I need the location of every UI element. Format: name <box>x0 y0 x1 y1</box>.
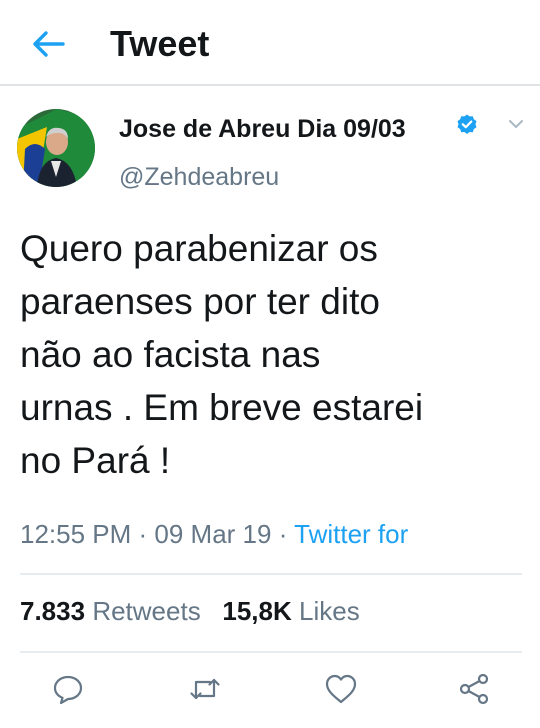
retweets-label: Retweets <box>92 596 201 626</box>
author-handle[interactable]: @Zehdeabreu <box>119 162 279 192</box>
tweet-text: Quero parabenizar os paraenses por ter d… <box>20 228 424 481</box>
divider <box>20 651 522 653</box>
tweet-stats: 7.833 Retweets 15,8K Likes <box>20 594 360 628</box>
chevron-down-icon[interactable] <box>505 113 527 135</box>
likes-stat[interactable]: 15,8K Likes <box>222 596 359 626</box>
arrow-left-icon <box>33 31 65 57</box>
page-title: Tweet <box>110 23 210 64</box>
verified-badge-icon <box>457 114 477 134</box>
retweets-stat[interactable]: 7.833 Retweets <box>20 596 201 626</box>
retweets-count: 7.833 <box>20 596 86 626</box>
top-bar: Tweet <box>0 0 540 86</box>
meta-separator: · <box>131 519 155 549</box>
divider <box>20 573 522 575</box>
share-icon[interactable] <box>457 672 491 706</box>
likes-label: Likes <box>299 596 360 626</box>
back-button[interactable] <box>24 24 72 64</box>
tweet-time: 12:55 PM <box>20 519 132 549</box>
meta-separator: · <box>271 519 295 549</box>
author-name[interactable]: Jose de Abreu Dia 09/03 <box>119 114 406 144</box>
likes-count: 15,8K <box>222 596 292 626</box>
heart-icon[interactable] <box>324 672 358 706</box>
tweet-date: 09 Mar 19 <box>154 519 272 549</box>
retweet-icon[interactable] <box>188 672 222 706</box>
reply-icon[interactable] <box>51 672 85 706</box>
avatar[interactable] <box>17 109 95 187</box>
tweet-source-link[interactable]: Twitter for <box>294 519 408 549</box>
tweet-meta: 12:55 PM · 09 Mar 19 · Twitter for <box>20 516 408 552</box>
